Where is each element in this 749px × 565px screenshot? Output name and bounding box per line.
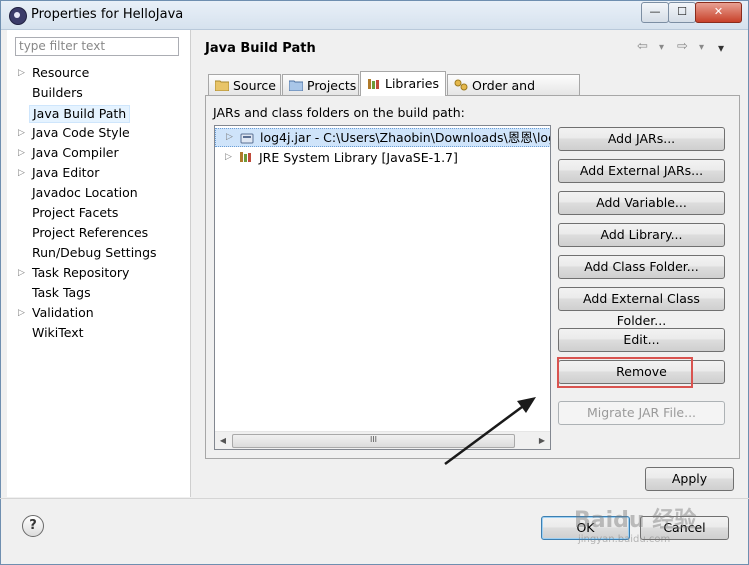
add-variable-button[interactable]: Add Variable... [558, 191, 725, 215]
add-class-folder-button[interactable]: Add Class Folder... [558, 255, 725, 279]
expand-arrow-icon[interactable]: ▷ [18, 64, 26, 82]
tab-label: Projects [307, 78, 357, 93]
tree-item-resource[interactable]: Resource [32, 64, 89, 82]
list-item-label: log4j.jar - C:\Users\Zhaobin\Downloads\恩… [260, 130, 551, 145]
library-icon [240, 152, 251, 162]
forward-icon[interactable]: ⇨ [677, 39, 688, 54]
expand-arrow-icon[interactable]: ▷ [18, 164, 26, 182]
tree-item-java-editor[interactable]: Java Editor [32, 164, 99, 182]
expand-arrow-icon[interactable]: ▷ [18, 304, 26, 322]
edit-button[interactable]: Edit... [558, 328, 725, 352]
expand-arrow-icon[interactable]: ▷ [18, 124, 26, 142]
tree-item-validation[interactable]: Validation [32, 304, 94, 322]
tab-label: Source [233, 78, 276, 93]
cancel-button[interactable]: Cancel [640, 516, 729, 540]
tab-source[interactable]: Source [208, 74, 281, 95]
tree-item-project-references[interactable]: Project References [32, 224, 148, 242]
tree-item-run-debug-settings[interactable]: Run/Debug Settings [32, 244, 157, 262]
tree-item-java-code-style[interactable]: Java Code Style [32, 124, 130, 142]
bottom-divider [0, 498, 749, 499]
expand-arrow-icon[interactable]: ▷ [226, 129, 233, 146]
order-export-icon [454, 79, 468, 91]
tab-libraries[interactable]: Libraries [360, 71, 446, 96]
migrate-jar-button[interactable]: Migrate JAR File... [558, 401, 725, 425]
close-button[interactable]: ✕ [695, 2, 742, 23]
window-title: Properties for HelloJava [31, 7, 184, 22]
expand-arrow-icon[interactable]: ▷ [225, 148, 232, 167]
tab-label: Libraries [385, 76, 439, 91]
title-bar[interactable]: Properties for HelloJava — ☐ ✕ [1, 1, 748, 30]
minimize-button[interactable]: — [641, 2, 669, 23]
expand-arrow-icon[interactable]: ▷ [18, 264, 26, 282]
add-external-class-folder-button[interactable]: Add External Class Folder... [558, 287, 725, 328]
tree-item-javadoc-location[interactable]: Javadoc Location [32, 184, 138, 202]
forward-menu-icon[interactable]: ▾ [699, 42, 704, 53]
apply-button[interactable]: Apply [645, 467, 734, 491]
page-title: Java Build Path [205, 41, 316, 56]
help-icon[interactable]: ? [22, 515, 44, 537]
view-menu-icon[interactable]: ▾ [718, 41, 724, 55]
tab-order-and-export[interactable]: Order and Export [447, 74, 580, 114]
remove-button[interactable]: Remove [558, 360, 725, 384]
add-external-jars-button[interactable]: Add External JARs... [558, 159, 725, 183]
ok-button[interactable]: OK [541, 516, 630, 540]
tree-item-project-facets[interactable]: Project Facets [32, 204, 118, 222]
maximize-button[interactable]: ☐ [668, 2, 696, 23]
annotation-arrow-icon [444, 397, 536, 466]
filter-input[interactable]: type filter text [15, 37, 179, 56]
projects-folder-icon [289, 80, 303, 91]
back-menu-icon[interactable]: ▾ [659, 42, 664, 53]
scroll-left-icon[interactable]: ◀ [216, 433, 230, 448]
tab-projects[interactable]: Projects [282, 74, 359, 95]
tree-item-builders[interactable]: Builders [32, 84, 83, 102]
tree-item-wikitext[interactable]: WikiText [32, 324, 84, 342]
add-library-button[interactable]: Add Library... [558, 223, 725, 247]
list-item-label: JRE System Library [JavaSE-1.7] [259, 150, 458, 165]
expand-arrow-icon[interactable]: ▷ [18, 144, 26, 162]
back-icon[interactable]: ⇦ [637, 39, 648, 54]
tree-item-task-repository[interactable]: Task Repository [32, 264, 129, 282]
list-item[interactable]: ▷ log4j.jar - C:\Users\Zhaobin\Downloads… [215, 128, 551, 147]
tree-item-java-build-path[interactable]: Java Build Path [29, 105, 131, 123]
build-path-label: JARs and class folders on the build path… [213, 105, 465, 120]
libraries-icon [368, 79, 379, 89]
tree-item-java-compiler[interactable]: Java Compiler [32, 144, 119, 162]
tree-item-task-tags[interactable]: Task Tags [32, 284, 91, 302]
source-folder-icon [215, 80, 229, 91]
jar-icon [240, 133, 254, 144]
add-jars-button[interactable]: Add JARs... [558, 127, 725, 151]
eclipse-icon [9, 7, 27, 25]
